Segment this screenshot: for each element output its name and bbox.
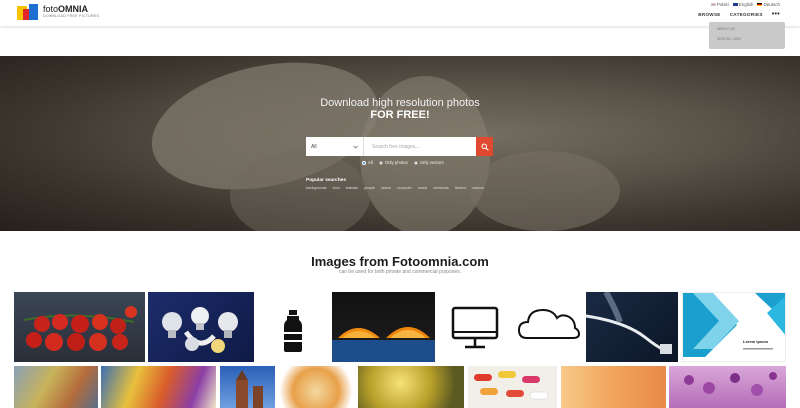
bottle-icon <box>284 310 302 352</box>
search-button[interactable] <box>476 137 493 156</box>
popular-tag[interactable]: people <box>364 186 375 190</box>
radio-dot-icon <box>362 160 366 165</box>
gallery-tile-business-brochure[interactable]: Lorem ipsum <box>682 292 786 362</box>
popular-tag[interactable]: flowers <box>455 186 466 190</box>
logo-mark <box>17 4 39 20</box>
popular-tag[interactable]: computer <box>397 186 412 190</box>
language-switcher: Polski English Deutsch <box>710 2 780 7</box>
logo-text: fotoOMNIA DOWNLOAD FREE PICTURES <box>43 5 99 19</box>
gallery-tile-bottle[interactable] <box>258 292 328 362</box>
church-photo <box>236 370 263 408</box>
popular-searches-title: Popular searches <box>306 178 346 183</box>
popular-tag[interactable]: backgrounds <box>306 186 327 190</box>
search-input[interactable] <box>364 137 476 156</box>
category-value: All <box>311 143 317 150</box>
popular-tags: backgrounds food animals people nature c… <box>306 186 496 190</box>
tomato-photo <box>23 306 137 351</box>
gallery-tile-pills[interactable] <box>468 366 557 408</box>
gallery-tile-autumn-leaves[interactable] <box>278 366 354 408</box>
hero-banner: Download high resolution photos FOR FREE… <box>0 56 800 231</box>
more-dropdown: ABOUT US SIGN IN / JOIN <box>709 22 785 49</box>
dropdown-item-about[interactable]: ABOUT US <box>717 27 785 31</box>
gallery-tile-church-tower[interactable] <box>220 366 275 408</box>
pills-photo <box>474 371 549 400</box>
top-nav: BROWSE CATEGORIES ••• <box>698 11 780 18</box>
hero-title: Download high resolution photos <box>320 97 480 109</box>
site-logo[interactable]: fotoOMNIA DOWNLOAD FREE PICTURES <box>17 4 99 20</box>
radio-dot-icon <box>413 160 418 165</box>
popular-tag[interactable]: christmas <box>433 186 448 190</box>
radio-label: Only photos <box>384 160 408 165</box>
brochure-graphic <box>683 293 785 357</box>
search-icon <box>481 143 489 151</box>
gallery-tile-paint-palette[interactable] <box>14 366 98 408</box>
gallery-tile-orange-halves[interactable] <box>332 292 435 362</box>
more-menu-icon[interactable]: ••• <box>772 11 780 18</box>
bulb-photo <box>162 307 238 353</box>
popular-tag[interactable]: animals <box>346 186 358 190</box>
hero-subtitle: FOR FREE! <box>370 109 430 121</box>
radio-only-photos[interactable]: Only photos <box>378 160 408 165</box>
search-type-radios: All Only photos Only vectors <box>362 160 444 165</box>
dropdown-item-signin[interactable]: SIGN IN / JOIN <box>717 37 785 41</box>
radio-dot-icon <box>378 160 383 165</box>
gallery-tile-network-cable[interactable] <box>586 292 678 362</box>
gallery-tile-purple-flowers[interactable] <box>669 366 786 408</box>
nav-browse[interactable]: BROWSE <box>698 12 720 17</box>
lang-english[interactable]: English <box>732 2 754 7</box>
gallery-tile-light-bulbs[interactable] <box>148 292 254 362</box>
popular-tag[interactable]: nature <box>381 186 391 190</box>
lang-label: English <box>738 2 754 7</box>
chevron-down-icon <box>353 145 358 149</box>
gallery-tile-monitor[interactable] <box>440 292 510 362</box>
lang-deutsch[interactable]: Deutsch <box>757 2 780 7</box>
category-select[interactable]: All <box>306 137 364 156</box>
gallery-tile-tomatoes[interactable] <box>14 292 145 362</box>
lang-polski[interactable]: Polski <box>710 2 729 7</box>
site-header: fotoOMNIA DOWNLOAD FREE PICTURES Polski … <box>0 0 800 26</box>
uk-flag-icon <box>732 3 738 6</box>
gallery-tile-sunlit-leaves[interactable] <box>358 366 464 408</box>
gallery-tile-cloud[interactable] <box>513 292 583 362</box>
logo-prefix: foto <box>43 4 59 15</box>
popular-searches: Popular searches backgrounds food animal… <box>306 178 496 190</box>
orange-photo <box>332 327 435 362</box>
flowers-photo <box>684 372 777 396</box>
gallery-tile-orange-gradient[interactable] <box>561 366 666 408</box>
search-bar: All <box>306 137 493 156</box>
popular-tag[interactable]: food <box>333 186 340 190</box>
cloud-icon <box>517 308 581 339</box>
radio-all[interactable]: All <box>362 160 373 165</box>
popular-tag[interactable]: cartoon <box>472 186 484 190</box>
cable-photo <box>586 292 672 354</box>
radio-label: Only vectors <box>419 160 444 165</box>
logo-tagline: DOWNLOAD FREE PICTURES <box>43 14 100 19</box>
gallery-tile-paint-strokes[interactable] <box>101 366 216 408</box>
poland-flag-icon <box>710 3 716 6</box>
brochure-label: Lorem ipsum <box>743 339 769 344</box>
section-title: Images from Fotoomnia.com <box>311 254 489 269</box>
radio-only-vectors[interactable]: Only vectors <box>413 160 444 165</box>
logo-bold: OMNIA <box>58 4 89 15</box>
section-subtitle: can be used for both private and commerc… <box>338 269 461 275</box>
lang-label: Deutsch <box>763 2 780 7</box>
nav-categories[interactable]: CATEGORIES <box>730 12 763 17</box>
monitor-icon <box>451 306 499 349</box>
popular-tag[interactable]: music <box>418 186 427 190</box>
germany-flag-icon <box>757 3 763 6</box>
lang-label: Polski <box>716 2 729 7</box>
radio-label: All <box>368 160 373 165</box>
